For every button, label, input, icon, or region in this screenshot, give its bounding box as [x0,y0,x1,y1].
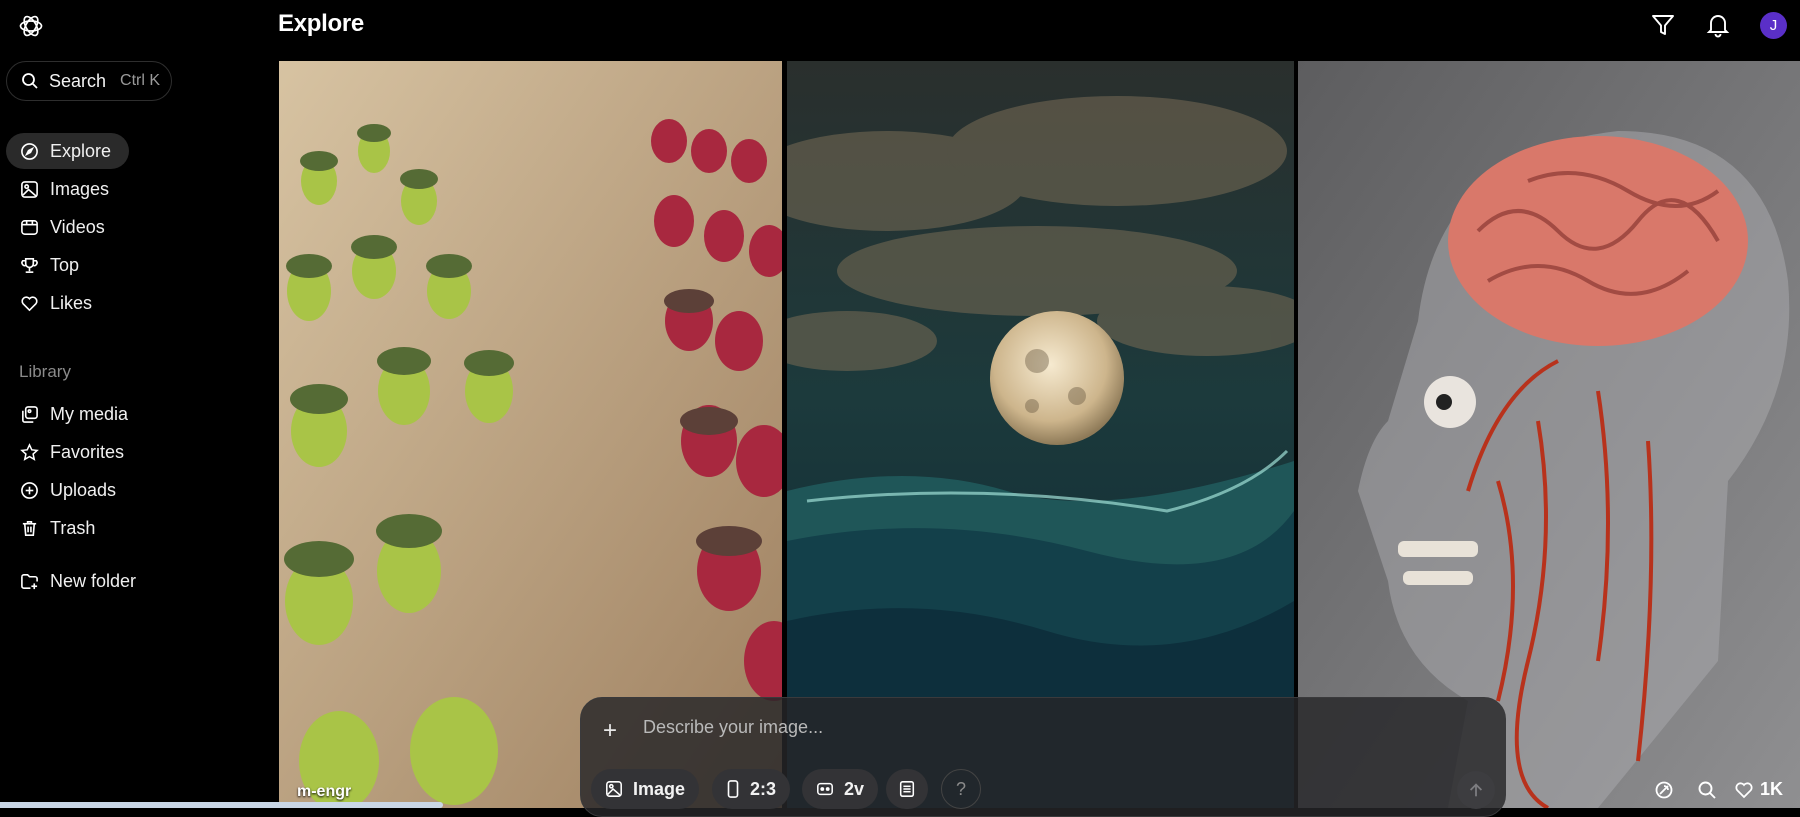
nav-likes[interactable]: Likes [6,285,110,321]
like-count: 1K [1760,779,1784,799]
aspect-ratio-selector[interactable]: 2:3 [712,769,791,809]
presets-button[interactable] [886,769,928,809]
nav-images[interactable]: Images [6,171,127,207]
magnifier-icon [1697,780,1717,800]
star-icon [20,442,39,462]
mode-selector[interactable]: Image [591,769,700,809]
search-shortcut: Ctrl K [120,72,161,89]
nav-my-media[interactable]: My media [6,396,146,432]
help-button[interactable]: ? [941,769,981,809]
video-icon [20,218,39,237]
gallery-image-moon-sea[interactable] [787,61,1294,808]
submit-button[interactable] [1457,771,1495,809]
mode-label: Image [633,778,686,799]
aspect-label: 2:3 [750,778,777,799]
gallery-image-anatomy-head[interactable] [1298,61,1800,808]
openai-logo-icon[interactable] [18,13,44,39]
remix-icon [1654,780,1674,800]
bell-icon[interactable] [1705,12,1731,38]
media-icon [20,405,39,424]
compass-icon [20,142,39,161]
remix-button[interactable] [1654,780,1674,800]
document-icon [898,780,916,798]
image-icon [605,780,623,798]
image-icon [20,180,39,199]
image-author[interactable]: m-engr [297,783,351,801]
gallery-image-grape-soldiers[interactable] [279,61,782,808]
add-attachment-button[interactable]: + [603,719,617,743]
avatar[interactable]: J [1760,12,1787,39]
trophy-icon [20,256,39,275]
arrow-up-icon [1467,781,1485,799]
nav-trash[interactable]: Trash [6,510,113,546]
search-button[interactable]: Search Ctrl K [6,61,172,101]
nav-explore[interactable]: Explore [6,133,130,169]
variants-label: 2v [844,778,865,799]
zoom-button[interactable] [1697,780,1717,800]
loading-progress-bar [0,802,443,808]
folder-plus-icon [20,572,39,591]
page-title: Explore [278,10,364,37]
nav-top[interactable]: Top [6,247,97,283]
heart-icon [1734,780,1754,800]
filter-icon[interactable] [1650,12,1676,38]
nav-videos[interactable]: Videos [6,209,123,245]
variants-selector[interactable]: 2v [802,769,879,809]
new-folder-button[interactable]: New folder [6,563,154,599]
prompt-composer: + Image 2:3 2v ? [580,697,1506,817]
nav-uploads[interactable]: Uploads [6,472,134,508]
trash-icon [20,519,39,538]
sidebar: Search Ctrl K Explore Images Videos Top … [0,0,270,808]
like-button[interactable]: 1K [1734,779,1783,800]
heart-icon [20,294,39,313]
prompt-input[interactable] [641,711,1245,743]
library-heading: Library [19,362,71,381]
portrait-icon [726,780,740,798]
nav-favorites[interactable]: Favorites [6,434,142,470]
search-label: Search [49,70,107,91]
upload-icon [20,481,39,500]
variants-icon [816,780,834,798]
search-icon [21,72,39,90]
